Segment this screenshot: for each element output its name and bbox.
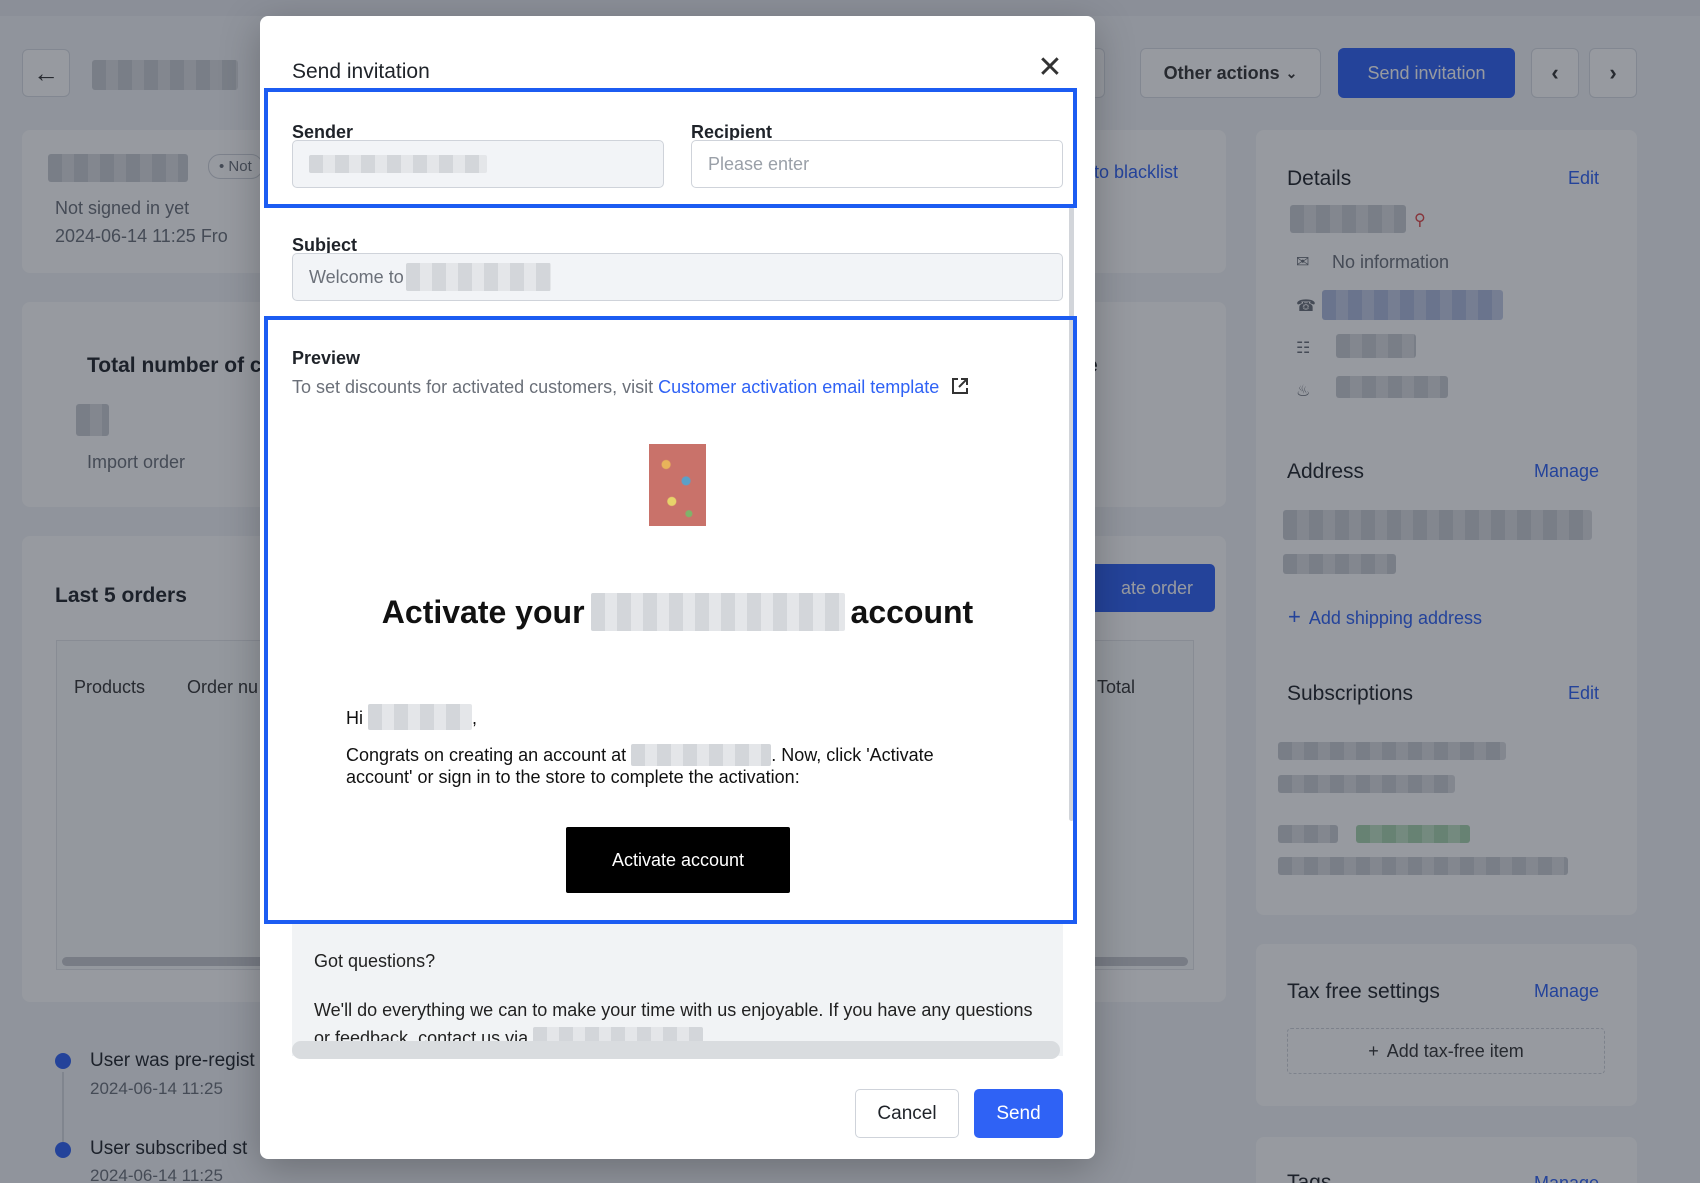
modal-title: Send invitation bbox=[292, 60, 430, 83]
preview-hint-text: To set discounts for activated customers… bbox=[292, 377, 654, 397]
recipient-input[interactable]: Please enter bbox=[691, 140, 1063, 188]
activation-template-link[interactable]: Customer activation email template bbox=[658, 377, 939, 397]
close-icon[interactable]: ✕ bbox=[1035, 53, 1065, 84]
questions-section: Got questions? We'll do everything we ca… bbox=[292, 921, 1063, 1056]
activate-account-button[interactable]: Activate account bbox=[566, 827, 790, 893]
preview-hint: To set discounts for activated customers… bbox=[292, 376, 970, 398]
external-link-icon[interactable] bbox=[950, 376, 970, 396]
subject-field: Welcome to bbox=[292, 253, 1063, 301]
email-greeting: Hi , bbox=[346, 704, 477, 730]
preview-label: Preview bbox=[292, 348, 361, 368]
sender-field bbox=[292, 140, 664, 188]
preview-horizontal-scrollbar[interactable] bbox=[292, 1041, 1060, 1059]
modal-vertical-scrollbar[interactable] bbox=[1069, 206, 1074, 821]
sender-value-redacted bbox=[309, 155, 487, 173]
email-heading: Activate your account bbox=[260, 593, 1095, 631]
send-button[interactable]: Send bbox=[974, 1089, 1063, 1138]
subject-store-name-redacted bbox=[405, 263, 551, 291]
email-heading-after: account bbox=[850, 594, 974, 630]
questions-title: Got questions? bbox=[314, 951, 436, 971]
email-logo-image bbox=[649, 444, 706, 526]
recipient-placeholder: Please enter bbox=[708, 153, 810, 174]
cancel-button[interactable]: Cancel bbox=[855, 1089, 959, 1138]
email-heading-before: Activate your bbox=[381, 594, 585, 630]
email-body-text: Congrats on creating an account at . Now… bbox=[346, 744, 986, 788]
email-greeting-text: Hi bbox=[346, 708, 363, 728]
send-invitation-modal: Send invitation ✕ Sender Recipient Pleas… bbox=[260, 16, 1095, 1159]
subject-value: Welcome to bbox=[309, 266, 404, 287]
email-body-before: Congrats on creating an account at bbox=[346, 745, 627, 765]
store-name-redacted bbox=[590, 593, 845, 631]
customer-name-redacted-email bbox=[368, 704, 473, 730]
store-url-redacted bbox=[631, 744, 772, 766]
